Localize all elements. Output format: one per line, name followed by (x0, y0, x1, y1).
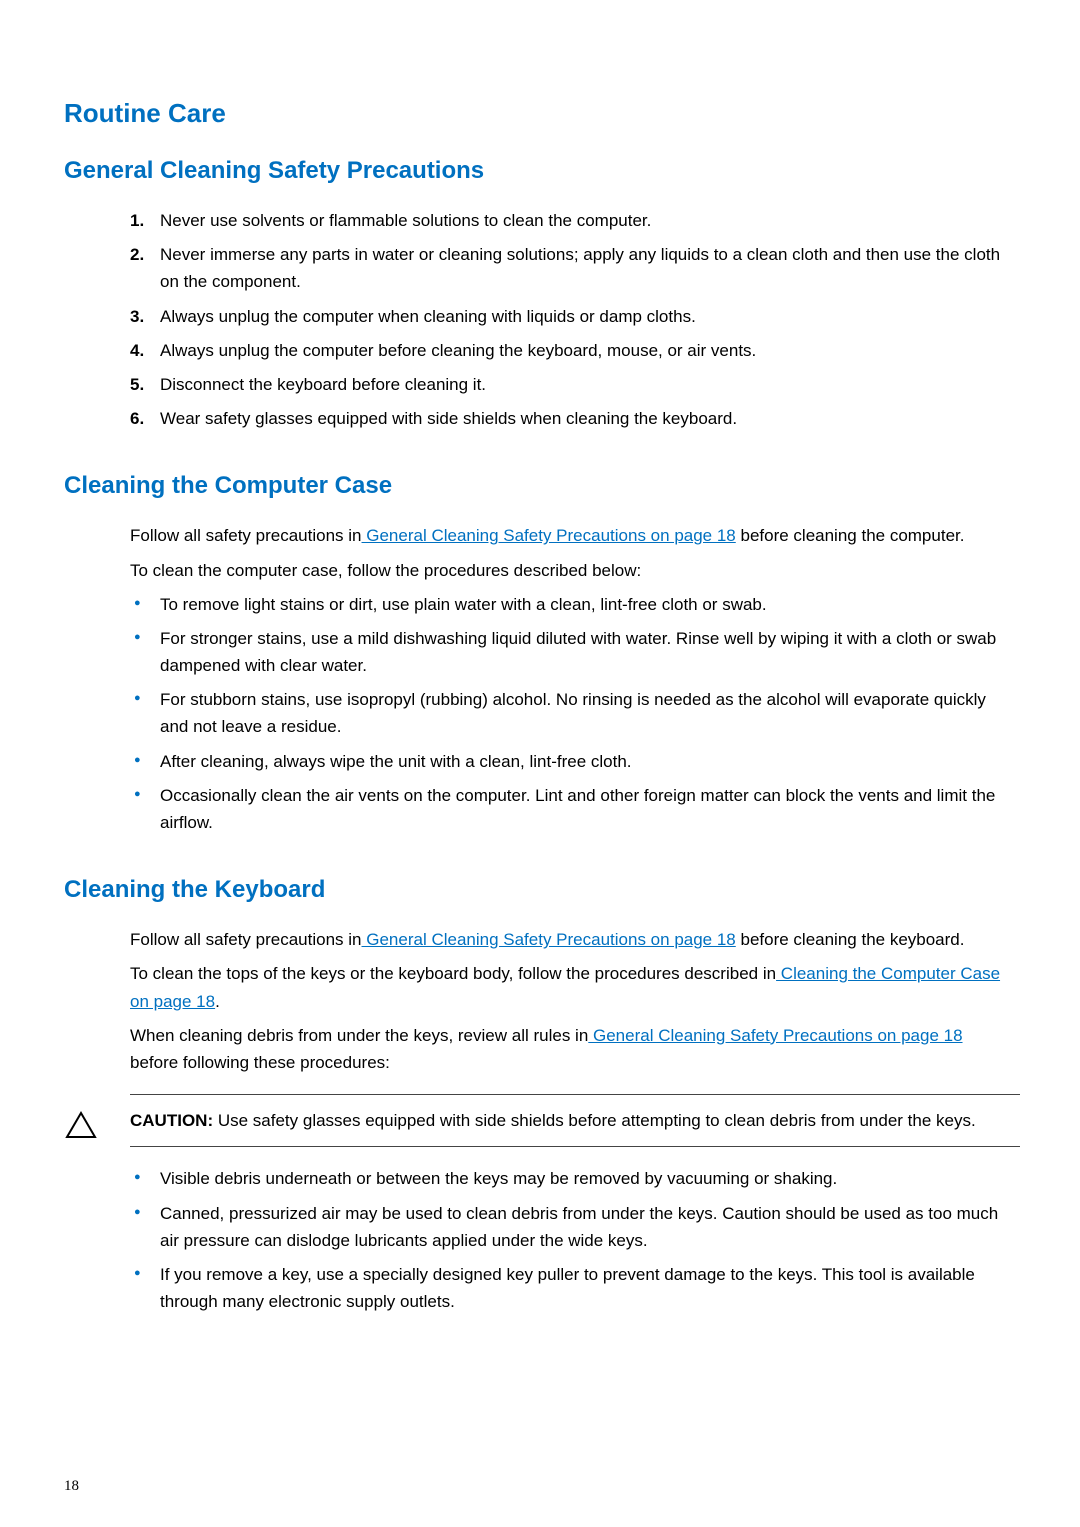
list-item-text: Disconnect the keyboard before cleaning … (160, 375, 486, 394)
keyboard-p1: Follow all safety precautions in General… (130, 926, 1010, 953)
link-precautions[interactable]: General Cleaning Safety Precautions on p… (588, 1026, 962, 1045)
text-fragment: before cleaning the computer. (736, 526, 965, 545)
list-item-text: Never use solvents or flammable solution… (160, 211, 651, 230)
text-fragment: before cleaning the keyboard. (736, 930, 965, 949)
precautions-list: 1.Never use solvents or flammable soluti… (130, 207, 1010, 432)
document-page: Routine Care General Cleaning Safety Pre… (0, 0, 1080, 1527)
list-item-text: For stubborn stains, use isopropyl (rubb… (160, 690, 986, 736)
list-item: Canned, pressurized air may be used to c… (130, 1200, 1010, 1254)
text-fragment: . (215, 992, 220, 1011)
caution-text-block: CAUTION: Use safety glasses equipped wit… (130, 1094, 1020, 1147)
keyboard-content: Follow all safety precautions in General… (130, 926, 1010, 1076)
list-item-text: After cleaning, always wipe the unit wit… (160, 752, 632, 771)
case-bullets: To remove light stains or dirt, use plai… (130, 591, 1010, 837)
page-title: Routine Care (64, 98, 1020, 129)
case-intro: Follow all safety precautions in General… (130, 522, 1010, 549)
keyboard-bullets-block: Visible debris underneath or between the… (130, 1165, 1010, 1315)
caution-box: CAUTION: Use safety glasses equipped wit… (64, 1094, 1020, 1147)
list-item: For stronger stains, use a mild dishwash… (130, 625, 1010, 679)
keyboard-p2: To clean the tops of the keys or the key… (130, 960, 1010, 1014)
list-item: If you remove a key, use a specially des… (130, 1261, 1010, 1315)
page-number: 18 (64, 1478, 79, 1495)
caution-message: Use safety glasses equipped with side sh… (213, 1111, 976, 1130)
list-item: Visible debris underneath or between the… (130, 1165, 1010, 1192)
list-item: For stubborn stains, use isopropyl (rubb… (130, 686, 1010, 740)
text-fragment: Follow all safety precautions in (130, 526, 362, 545)
list-item: To remove light stains or dirt, use plai… (130, 591, 1010, 618)
caution-triangle-icon (64, 1110, 98, 1145)
list-item-text: Visible debris underneath or between the… (160, 1169, 837, 1188)
list-item-text: Wear safety glasses equipped with side s… (160, 409, 737, 428)
list-item: 6. Wear safety glasses equipped with sid… (130, 405, 1010, 432)
text-fragment: Follow all safety precautions in (130, 930, 362, 949)
text-fragment: When cleaning debris from under the keys… (130, 1026, 588, 1045)
keyboard-p3: When cleaning debris from under the keys… (130, 1022, 1010, 1076)
link-precautions[interactable]: General Cleaning Safety Precautions on p… (362, 526, 736, 545)
list-item-text: If you remove a key, use a specially des… (160, 1265, 975, 1311)
case-procedures-intro: To clean the computer case, follow the p… (130, 557, 1010, 584)
keyboard-bullets: Visible debris underneath or between the… (130, 1165, 1010, 1315)
link-precautions[interactable]: General Cleaning Safety Precautions on p… (362, 930, 736, 949)
section-heading-keyboard: Cleaning the Keyboard (64, 876, 1020, 904)
list-item: After cleaning, always wipe the unit wit… (130, 748, 1010, 775)
text-fragment: before following these procedures: (130, 1053, 390, 1072)
caution-label: CAUTION: (130, 1111, 213, 1130)
list-item-text: For stronger stains, use a mild dishwash… (160, 629, 996, 675)
section-heading-case: Cleaning the Computer Case (64, 472, 1020, 500)
list-item: 2.Never immerse any parts in water or cl… (130, 241, 1010, 295)
precautions-content: 1.Never use solvents or flammable soluti… (130, 207, 1010, 432)
text-fragment: To clean the tops of the keys or the key… (130, 964, 776, 983)
list-item: 5.Disconnect the keyboard before cleanin… (130, 371, 1010, 398)
list-item-text: Canned, pressurized air may be used to c… (160, 1204, 998, 1250)
list-item-text: To remove light stains or dirt, use plai… (160, 595, 767, 614)
section-heading-precautions: General Cleaning Safety Precautions (64, 157, 1020, 185)
case-content: Follow all safety precautions in General… (130, 522, 1010, 836)
list-item-text: Never immerse any parts in water or clea… (160, 245, 1000, 291)
list-item-text: Occasionally clean the air vents on the … (160, 786, 995, 832)
list-item-text: Always unplug the computer before cleani… (160, 341, 756, 360)
list-item: 1.Never use solvents or flammable soluti… (130, 207, 1010, 234)
list-item: Occasionally clean the air vents on the … (130, 782, 1010, 836)
list-item: 4.Always unplug the computer before clea… (130, 337, 1010, 364)
list-item: 3.Always unplug the computer when cleani… (130, 303, 1010, 330)
list-item-text: Always unplug the computer when cleaning… (160, 307, 696, 326)
